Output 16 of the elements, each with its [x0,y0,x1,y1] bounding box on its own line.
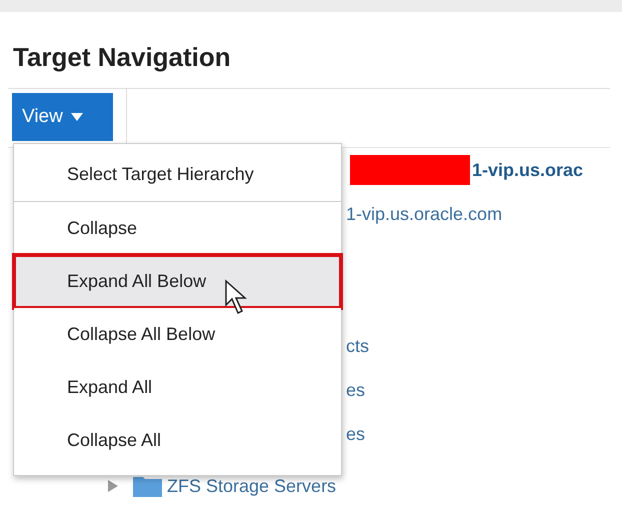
menu-item[interactable]: Select Target Hierarchy [14,148,341,202]
caret-icon [70,113,83,121]
expand-triangle-icon[interactable] [108,480,118,492]
menu-item[interactable]: Expand All [14,361,341,414]
tree-item[interactable]: es [346,380,366,400]
view-button[interactable]: View [12,93,113,141]
tree-item[interactable]: cts [346,336,370,356]
tree-item[interactable]: 1-vip.us.orac [472,160,584,180]
menu-item[interactable]: Collapse [14,202,341,255]
menu-item[interactable]: Expand All Below [14,255,341,308]
tree-item[interactable]: es [346,424,366,444]
tree-item[interactable]: ZFS Storage Servers [167,476,336,496]
tree-item[interactable]: 1-vip.us.oracle.com [346,204,502,224]
menu-item[interactable]: Collapse All [14,414,341,467]
menu-item[interactable]: Collapse All Below [14,308,341,361]
page-title: Target Navigation [12,41,232,74]
